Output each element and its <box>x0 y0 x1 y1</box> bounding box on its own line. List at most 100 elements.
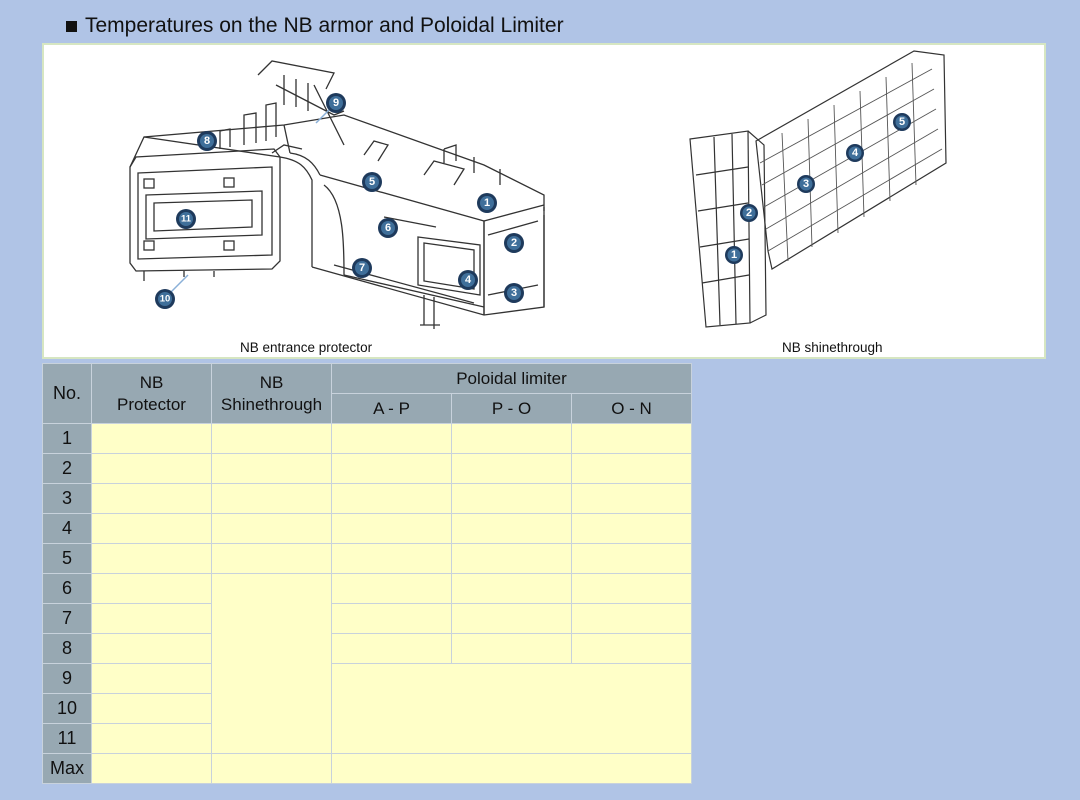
cell-p-o <box>451 633 572 664</box>
marker-8: 8 <box>197 131 217 151</box>
header-a-p: A - P <box>331 393 452 424</box>
table-header-row: No. NB Protector NB Shinethrough Poloida… <box>42 363 692 424</box>
marker-2: 2 <box>504 233 524 253</box>
cell-nb-protector <box>91 453 212 484</box>
left-figure-caption: NB entrance protector <box>240 340 373 355</box>
cell-o-n <box>571 453 692 484</box>
row-number: 11 <box>42 723 92 754</box>
marker-7: 7 <box>352 258 372 278</box>
cell-p-o <box>451 513 572 544</box>
page-title: Temperatures on the NB armor and Poloida… <box>66 14 564 38</box>
header-poloidal-limiter: Poloidal limiter <box>331 363 692 394</box>
figure-panel: 1 2 3 4 5 6 7 8 9 10 11 1 2 3 4 5 NB ent… <box>42 43 1046 359</box>
svg-text:2: 2 <box>746 207 752 219</box>
shine-marker-3: 3 <box>797 175 815 193</box>
cell-nb-protector <box>91 483 212 514</box>
cell-p-o <box>451 453 572 484</box>
cell-p-o <box>451 603 572 634</box>
cell-a-p <box>331 573 452 604</box>
row-number: 8 <box>42 633 92 664</box>
table-row: 8 <box>42 633 692 664</box>
marker-3: 3 <box>504 283 524 303</box>
cell-nb-protector <box>91 423 212 454</box>
cell-o-n <box>571 603 692 634</box>
row-number: 7 <box>42 603 92 634</box>
svg-text:4: 4 <box>852 147 859 159</box>
table-row: 1 <box>42 423 692 454</box>
temperature-table: No. NB Protector NB Shinethrough Poloida… <box>42 363 692 784</box>
svg-text:5: 5 <box>369 176 375 188</box>
cell-nb-shinethrough <box>211 423 332 454</box>
shine-marker-5: 5 <box>893 113 911 131</box>
cell-o-n <box>571 513 692 544</box>
row-number: 4 <box>42 513 92 544</box>
svg-text:6: 6 <box>385 222 391 234</box>
row-number: Max <box>42 753 92 784</box>
table-row: 7 <box>42 603 692 634</box>
table-row: 4 <box>42 513 692 544</box>
cell-p-o <box>451 483 572 514</box>
cell-o-n <box>571 483 692 514</box>
cell-nb-shinethrough <box>211 543 332 574</box>
cell-p-o <box>451 573 572 604</box>
cell-poloidal-merged <box>331 663 692 754</box>
cell-nb-protector <box>91 693 212 724</box>
cell-nb-shinethrough-merged <box>211 573 332 754</box>
table-row: 9 <box>42 663 692 754</box>
row-number: 1 <box>42 423 92 454</box>
shine-marker-2: 2 <box>740 204 758 222</box>
table-row: 2 <box>42 453 692 484</box>
row-number: 9 <box>42 663 92 694</box>
header-no: No. <box>42 363 92 424</box>
cell-a-p <box>331 633 452 664</box>
header-o-n: O - N <box>571 393 692 424</box>
svg-text:5: 5 <box>899 116 905 128</box>
svg-text:9: 9 <box>333 97 339 109</box>
svg-text:1: 1 <box>731 249 737 261</box>
row-number: 6 <box>42 573 92 604</box>
svg-text:3: 3 <box>803 178 809 190</box>
cell-nb-protector <box>91 633 212 664</box>
svg-text:4: 4 <box>465 274 472 286</box>
svg-text:2: 2 <box>511 237 517 249</box>
cell-a-p <box>331 543 452 574</box>
svg-text:8: 8 <box>204 135 210 147</box>
marker-10: 10 <box>155 289 175 309</box>
shine-marker-4: 4 <box>846 144 864 162</box>
cell-o-n <box>571 633 692 664</box>
row-number: 3 <box>42 483 92 514</box>
cell-p-o <box>451 423 572 454</box>
header-nb-shinethrough: NB Shinethrough <box>211 363 332 424</box>
header-nb-protector: NB Protector <box>91 363 212 424</box>
svg-text:11: 11 <box>181 214 192 225</box>
cell-nb-protector-max <box>91 753 212 784</box>
cell-nb-shinethrough <box>211 513 332 544</box>
cell-p-o <box>451 543 572 574</box>
marker-9: 9 <box>326 93 346 113</box>
svg-text:3: 3 <box>511 287 517 299</box>
svg-text:10: 10 <box>160 294 171 305</box>
cell-poloidal-max <box>331 753 692 784</box>
cell-nb-protector <box>91 723 212 754</box>
cell-a-p <box>331 453 452 484</box>
cell-a-p <box>331 603 452 634</box>
cell-nb-protector <box>91 543 212 574</box>
row-number: 5 <box>42 543 92 574</box>
row-number: 2 <box>42 453 92 484</box>
cell-nb-protector <box>91 663 212 694</box>
marker-5: 5 <box>362 172 382 192</box>
cell-o-n <box>571 543 692 574</box>
arrow-icon <box>169 274 189 294</box>
table-row: 3 <box>42 483 692 514</box>
table-row: Max <box>42 753 692 784</box>
svg-text:7: 7 <box>359 262 365 274</box>
row-number: 10 <box>42 693 92 724</box>
cell-nb-protector <box>91 603 212 634</box>
marker-11: 11 <box>176 209 196 229</box>
shine-marker-1: 1 <box>725 246 743 264</box>
table-row: 5 <box>42 543 692 574</box>
cell-o-n <box>571 423 692 454</box>
marker-6: 6 <box>378 218 398 238</box>
cell-nb-shinethrough-max <box>211 753 332 784</box>
table-row: 6 <box>42 573 692 754</box>
